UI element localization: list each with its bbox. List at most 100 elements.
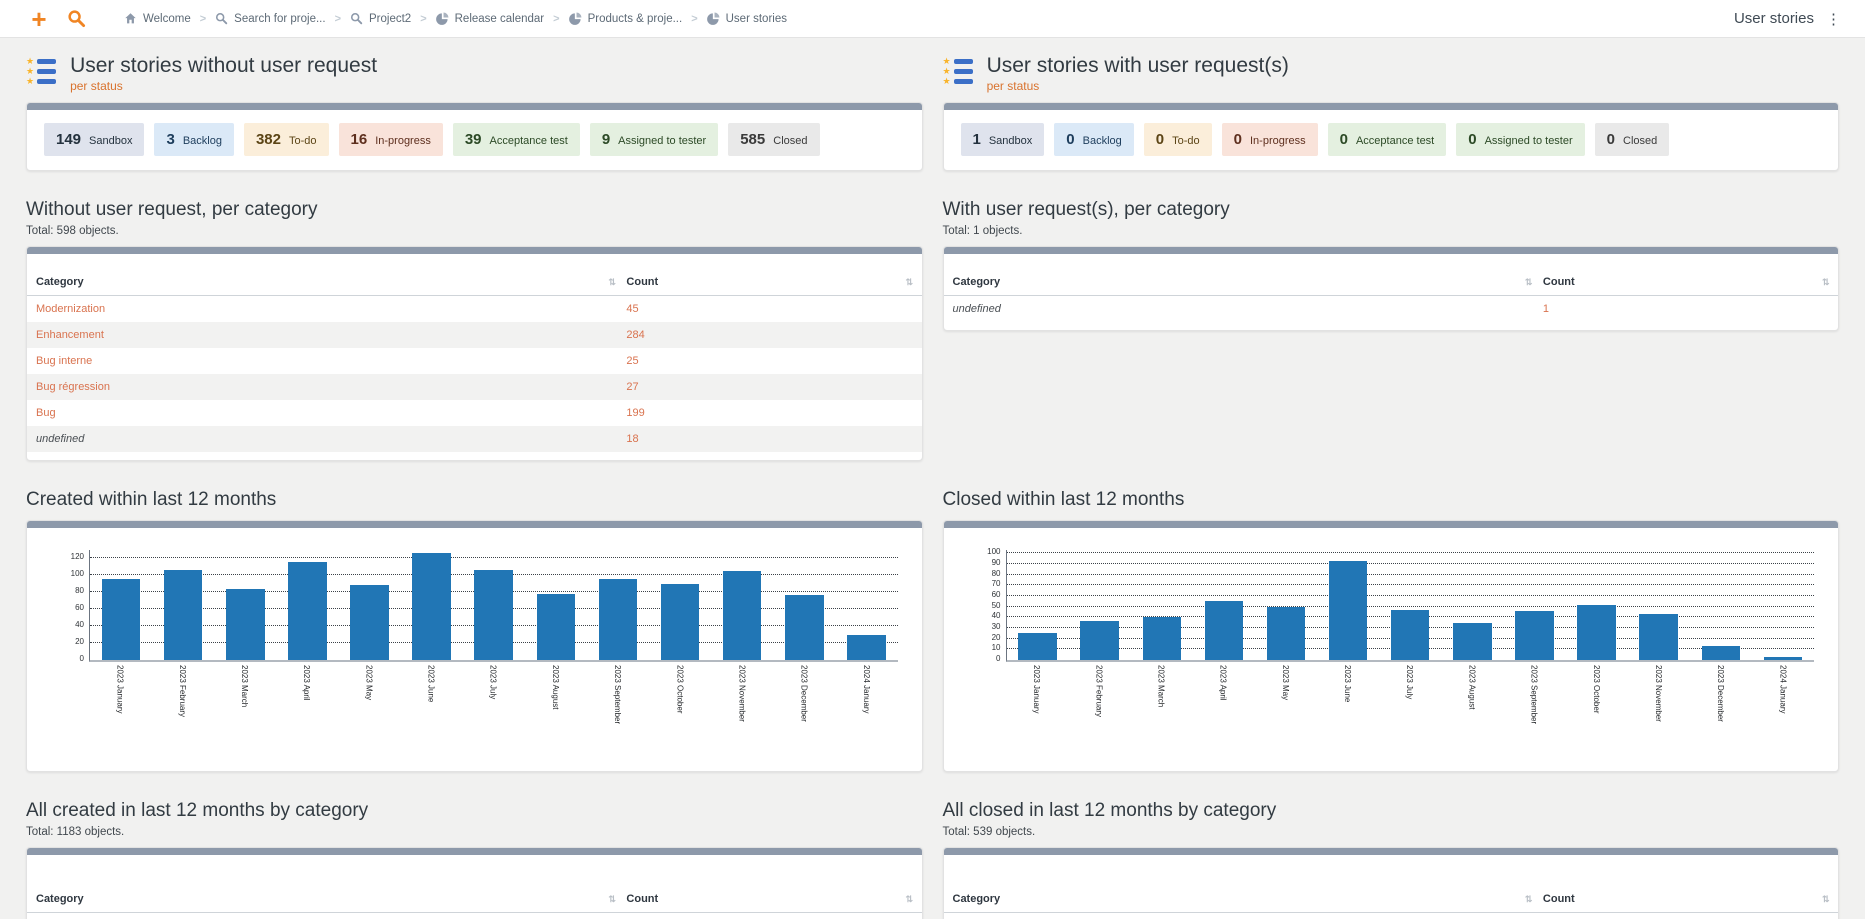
category-cell[interactable]: Bug (36, 407, 56, 419)
y-axis-tick-label: 60 (967, 591, 1001, 599)
count-cell[interactable]: 25 (626, 355, 638, 367)
table-row: undefined 1 (944, 296, 1839, 322)
bar-2023-december (1702, 646, 1741, 660)
status-card-with: 1Sandbox0Backlog0To-do0In-progress0Accep… (943, 102, 1840, 171)
bar-2023-august (1453, 623, 1492, 660)
status-count: 39 (465, 131, 482, 148)
column-header-count[interactable]: Count (626, 893, 905, 905)
column-header-category[interactable]: Category (944, 893, 1525, 905)
column-header-category[interactable]: Category (944, 276, 1525, 288)
section-title: All closed in last 12 months by category (943, 800, 1840, 822)
breadcrumb-separator: > (420, 13, 426, 25)
widget-subtitle: per status (987, 79, 1289, 93)
star-bullet-icon: ★ (943, 78, 951, 84)
y-axis-tick-label: 0 (967, 655, 1001, 663)
sort-icon[interactable]: ⇅ (608, 277, 616, 287)
status-badge-sandbox: 149Sandbox (44, 123, 144, 156)
chart-plot-area: 020406080100120 (89, 550, 898, 662)
category-cell[interactable]: Bug interne (36, 355, 92, 367)
column-header-category[interactable]: Category (27, 893, 608, 905)
count-cell[interactable]: 18 (626, 433, 638, 445)
status-badge-to-do: 382To-do (244, 123, 329, 156)
section-title: Without user request, per category (26, 199, 923, 221)
bar-2023-november (1639, 614, 1678, 660)
category-cell[interactable]: Modernization (36, 303, 105, 315)
status-label: Acceptance test (1356, 135, 1434, 147)
status-card-without: 149Sandbox3Backlog382To-do16In-progress3… (26, 102, 923, 171)
status-label: Closed (1623, 135, 1657, 147)
search-icon (67, 9, 86, 28)
status-label: Backlog (183, 135, 222, 147)
count-cell[interactable]: 45 (626, 303, 638, 315)
breadcrumb-label: User stories (726, 13, 787, 25)
breadcrumb-label: Search for proje... (234, 13, 325, 25)
star-bullet-icon: ★ (26, 68, 34, 74)
bar-2023-may (350, 585, 389, 660)
column-header-count[interactable]: Count (626, 276, 905, 288)
table-row: Bug149 (944, 913, 1839, 919)
status-count: 9 (602, 131, 610, 148)
status-badges: 149Sandbox3Backlog382To-do16In-progress3… (27, 110, 922, 170)
list-widget-icon: ★ ★ ★ (943, 54, 973, 84)
y-axis-tick-label: 10 (967, 644, 1001, 652)
status-badges: 1Sandbox0Backlog0To-do0In-progress0Accep… (944, 110, 1839, 170)
x-axis-tick-label: 2023 January (1032, 665, 1041, 761)
column-header-count[interactable]: Count (1543, 893, 1822, 905)
card-top-strip (944, 247, 1839, 254)
status-label: Assigned to tester (618, 135, 706, 147)
bar-2023-october (1577, 605, 1616, 660)
kebab-menu-icon[interactable]: ⋮ (1824, 10, 1843, 28)
category-cell: undefined (953, 303, 1001, 315)
breadcrumb-item-search-for-proje-[interactable]: Search for proje... (215, 12, 325, 25)
count-cell[interactable]: 27 (626, 381, 638, 393)
search-button[interactable] (56, 4, 96, 34)
page-title: User stories (1734, 10, 1814, 27)
bar-2023-july (1391, 610, 1430, 660)
widget-header-without: ★ ★ ★ User stories without user request … (26, 54, 923, 93)
widget-title: User stories without user request (70, 54, 377, 78)
star-bullet-icon: ★ (943, 58, 951, 64)
y-axis-tick-label: 100 (50, 570, 84, 578)
bar-2023-june (412, 553, 451, 660)
sort-icon[interactable]: ⇅ (1525, 277, 1533, 287)
table-header: Category⇅Count⇅ (27, 885, 922, 913)
add-button[interactable]: + (22, 4, 56, 34)
table-row: Modernization 45 (27, 296, 922, 322)
x-axis-tick-label: 2023 May (1281, 665, 1290, 761)
status-label: In-progress (1250, 135, 1306, 147)
category-table: Category⇅Count⇅undefined1 (944, 268, 1839, 322)
x-axis-tick-label: 2023 September (1530, 665, 1539, 761)
breadcrumb-item-products-proje-[interactable]: Products & proje... (569, 12, 683, 25)
status-label: Acceptance test (490, 135, 568, 147)
chart-pie-icon (707, 12, 720, 25)
sort-icon[interactable]: ⇅ (906, 277, 914, 287)
category-cell[interactable]: Enhancement (36, 329, 104, 341)
sort-icon[interactable]: ⇅ (906, 894, 914, 904)
x-axis-tick-label: 2024 January (862, 665, 871, 761)
count-cell[interactable]: 199 (626, 407, 644, 419)
breadcrumb-item-welcome[interactable]: Welcome (124, 12, 191, 25)
sort-icon[interactable]: ⇅ (1525, 894, 1533, 904)
x-axis-tick-label: 2023 August (551, 665, 560, 761)
breadcrumb-item-release-calendar[interactable]: Release calendar (436, 12, 545, 25)
status-count: 382 (256, 131, 281, 148)
table-header: Category⇅Count⇅ (944, 268, 1839, 296)
column-header-category[interactable]: Category (27, 276, 608, 288)
y-axis-tick-label: 40 (50, 621, 84, 629)
column-header-count[interactable]: Count (1543, 276, 1822, 288)
sort-icon[interactable]: ⇅ (608, 894, 616, 904)
status-label: Assigned to tester (1485, 135, 1573, 147)
breadcrumb-item-project2[interactable]: Project2 (350, 12, 411, 25)
breadcrumb-item-user-stories[interactable]: User stories (707, 12, 787, 25)
card-top-strip (944, 103, 1839, 110)
sort-icon[interactable]: ⇅ (1822, 277, 1830, 287)
x-axis-tick-label: 2023 April (302, 665, 311, 761)
count-cell[interactable]: 284 (626, 329, 644, 341)
x-axis-tick-label: 2023 May (364, 665, 373, 761)
sort-icon[interactable]: ⇅ (1822, 894, 1830, 904)
count-cell[interactable]: 1 (1543, 303, 1549, 315)
category-cell[interactable]: Bug régression (36, 381, 110, 393)
section-total: Total: 598 objects. (26, 225, 923, 237)
status-badge-acceptance-test: 0Acceptance test (1328, 123, 1447, 156)
bar-2023-april (288, 562, 327, 660)
